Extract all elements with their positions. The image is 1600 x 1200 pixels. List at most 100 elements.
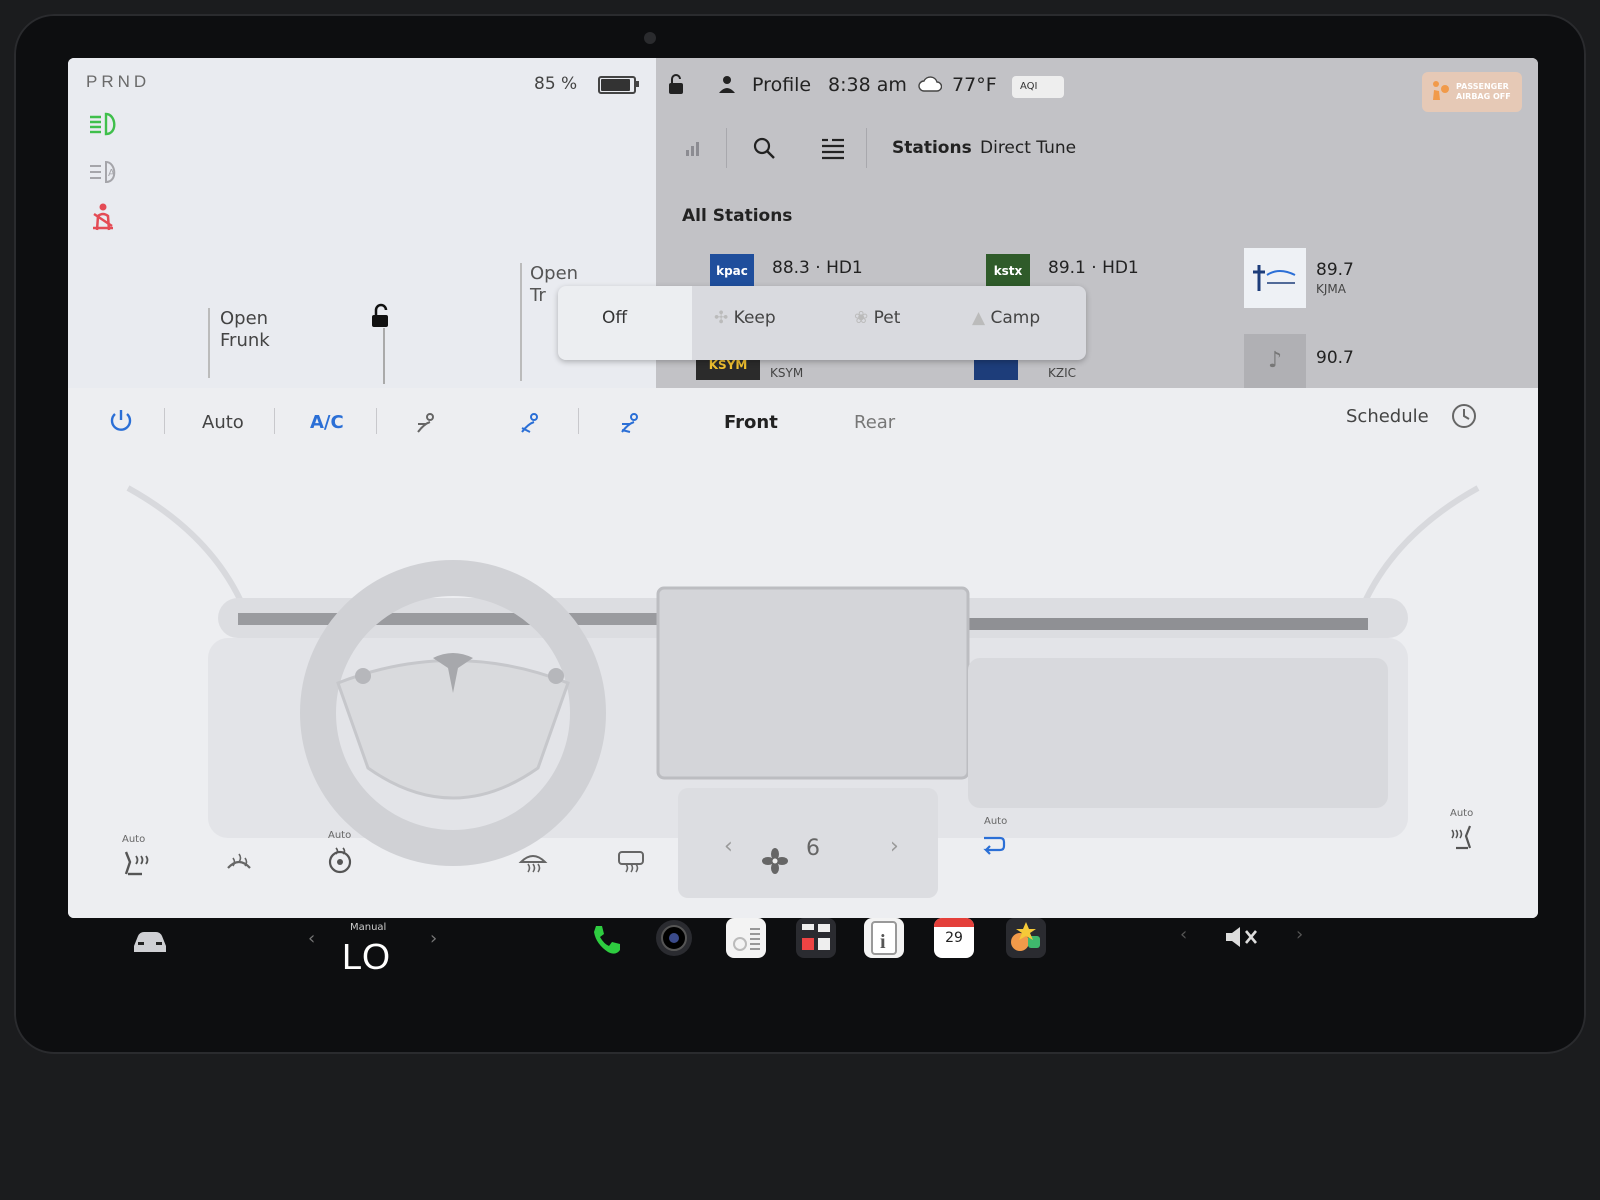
unlock-icon[interactable] [368, 303, 396, 335]
cabin-temperature-value[interactable]: LO [342, 936, 390, 978]
station-frequency: 90.7 [1316, 348, 1354, 368]
calendar-app-icon[interactable]: 29 [934, 918, 974, 958]
keep-climate-selector: Off ✣ Keep ❀ Pet ▲ Camp [558, 286, 1086, 360]
toybox-app-icon[interactable] [796, 918, 836, 958]
lock-status-icon[interactable] [666, 74, 686, 101]
schedule-button[interactable]: Schedule [1346, 406, 1429, 427]
tab-stations[interactable]: Stations [892, 138, 972, 158]
radio-app-icon[interactable] [726, 918, 766, 958]
airflow-feet-icon[interactable] [518, 412, 542, 441]
phone-app-icon[interactable] [586, 920, 626, 960]
station-logo: kstx [986, 254, 1030, 288]
tab-direct-tune[interactable]: Direct Tune [980, 138, 1076, 158]
auto-button[interactable]: Auto [202, 412, 244, 433]
fan-icon [762, 848, 788, 878]
clock: 8:38 am [828, 74, 907, 96]
passenger-airbag-indicator: PASSENGER AIRBAG OFF [1422, 72, 1522, 112]
airbag-label-line1: PASSENGER [1456, 82, 1509, 91]
airbag-label-line2: AIRBAG OFF [1456, 92, 1511, 101]
open-frunk-button[interactable]: Open Frunk [208, 308, 270, 378]
keep-climate-pet-option[interactable]: ❀ Pet [854, 308, 900, 328]
search-icon[interactable] [752, 136, 776, 164]
battery-icon [598, 76, 639, 94]
clock-icon[interactable] [1450, 402, 1478, 435]
aqi-badge[interactable]: AQI [1012, 76, 1064, 98]
cloud-icon [918, 76, 943, 92]
volume-decrease-chevron-icon[interactable]: ‹ [1180, 924, 1187, 945]
frunk-divider [383, 328, 385, 384]
auto-high-beam-icon: A [88, 158, 124, 188]
car-icon[interactable] [130, 928, 170, 960]
keep-option-label: Keep [733, 308, 776, 328]
paw-icon: ❀ [854, 308, 869, 328]
calendar-day: 29 [945, 930, 963, 946]
aqi-label: AQI [1020, 81, 1038, 92]
gear-indicator: PRND [86, 72, 151, 91]
station-frequency: 89.7 [1316, 260, 1354, 280]
fan-decrease-chevron-icon[interactable]: ‹ [724, 834, 733, 859]
camp-option-label: Camp [990, 308, 1041, 328]
pet-option-label: Pet [873, 308, 901, 328]
climate-power-icon[interactable] [108, 408, 134, 439]
passenger-seat-heater-icon[interactable] [1448, 824, 1476, 856]
ac-button[interactable]: A/C [310, 412, 344, 433]
front-defrost-icon[interactable] [518, 848, 548, 878]
temp-decrease-chevron-icon[interactable]: ‹ [308, 928, 315, 949]
radio-source-icon[interactable] [684, 136, 704, 162]
fan-speed-value: 6 [806, 836, 820, 861]
tab-rear[interactable]: Rear [854, 412, 895, 433]
status-bar: Profile 8:38 am 77°F AQI PASSENGER AIRBA… [656, 58, 1538, 114]
open-frunk-label-line2: Frunk [220, 330, 270, 351]
volume-increase-chevron-icon[interactable]: › [1296, 924, 1303, 945]
camera-app-icon[interactable] [654, 918, 694, 958]
recirculate-auto-label: Auto [984, 816, 1008, 827]
svg-text:A: A [108, 168, 115, 179]
keep-climate-keep-option[interactable]: ✣ Keep [714, 308, 776, 328]
profile-button[interactable]: Profile [718, 74, 811, 96]
recirculate-icon[interactable] [978, 834, 1006, 862]
svg-text:i: i [880, 931, 886, 953]
touchscreen: PRND 85 % A Open Frunk Open Tr Profile 8… [68, 58, 1538, 918]
outside-temperature: 77°F [952, 74, 997, 96]
cabin-camera [644, 32, 656, 44]
station-frequency: 88.3 · HD1 [772, 258, 863, 278]
airflow-face-icon[interactable] [414, 412, 438, 441]
seat-heater-auto-label: Auto [122, 834, 146, 845]
keep-climate-camp-option[interactable]: ▲ Camp [972, 308, 1040, 328]
temperature-mode-label: Manual [350, 922, 387, 933]
queue-list-icon[interactable] [820, 136, 846, 164]
battery-percent: 85 % [534, 74, 578, 94]
driver-seat-heater-icon[interactable] [120, 848, 150, 882]
airflow-both-icon[interactable] [618, 412, 642, 441]
battery-level-fill [601, 79, 630, 91]
steering-auto-label: Auto [328, 830, 352, 841]
volume-muted-icon[interactable] [1222, 924, 1262, 954]
headlights-on-icon [88, 110, 124, 140]
steering-wheel-heater-icon[interactable] [326, 846, 354, 878]
calendar-header [934, 918, 974, 927]
station-logo: kpac [710, 254, 754, 288]
weather: 77°F [918, 74, 997, 96]
station-callsign: KJMA [1316, 282, 1346, 296]
station-callsign: KZIC [1048, 366, 1077, 380]
rear-defrost-icon[interactable] [616, 848, 646, 878]
station-callsign: KSYM [770, 366, 804, 380]
station-logo [1244, 248, 1306, 308]
open-frunk-label-line1: Open [220, 308, 269, 329]
open-trunk-label-line1: Open [530, 263, 579, 284]
manual-app-icon[interactable]: i [864, 918, 904, 958]
profile-label: Profile [752, 74, 812, 96]
fan-icon: ✣ [714, 308, 729, 328]
temp-increase-chevron-icon[interactable]: › [430, 928, 437, 949]
arcade-app-icon[interactable] [1006, 918, 1046, 958]
section-title: All Stations [682, 206, 793, 226]
climate-panel: Auto A/C Front Rear Schedule Auto Auto ‹… [68, 388, 1538, 918]
profile-icon [719, 76, 735, 93]
tent-icon: ▲ [972, 308, 986, 328]
cabin-dashboard-illustration [126, 485, 1480, 898]
fan-increase-chevron-icon[interactable]: › [890, 834, 899, 859]
passenger-seat-auto-label: Auto [1450, 808, 1474, 819]
keep-climate-off-option[interactable]: Off [602, 308, 627, 328]
tab-front[interactable]: Front [724, 412, 778, 433]
steering-heater-icon[interactable] [224, 850, 254, 880]
